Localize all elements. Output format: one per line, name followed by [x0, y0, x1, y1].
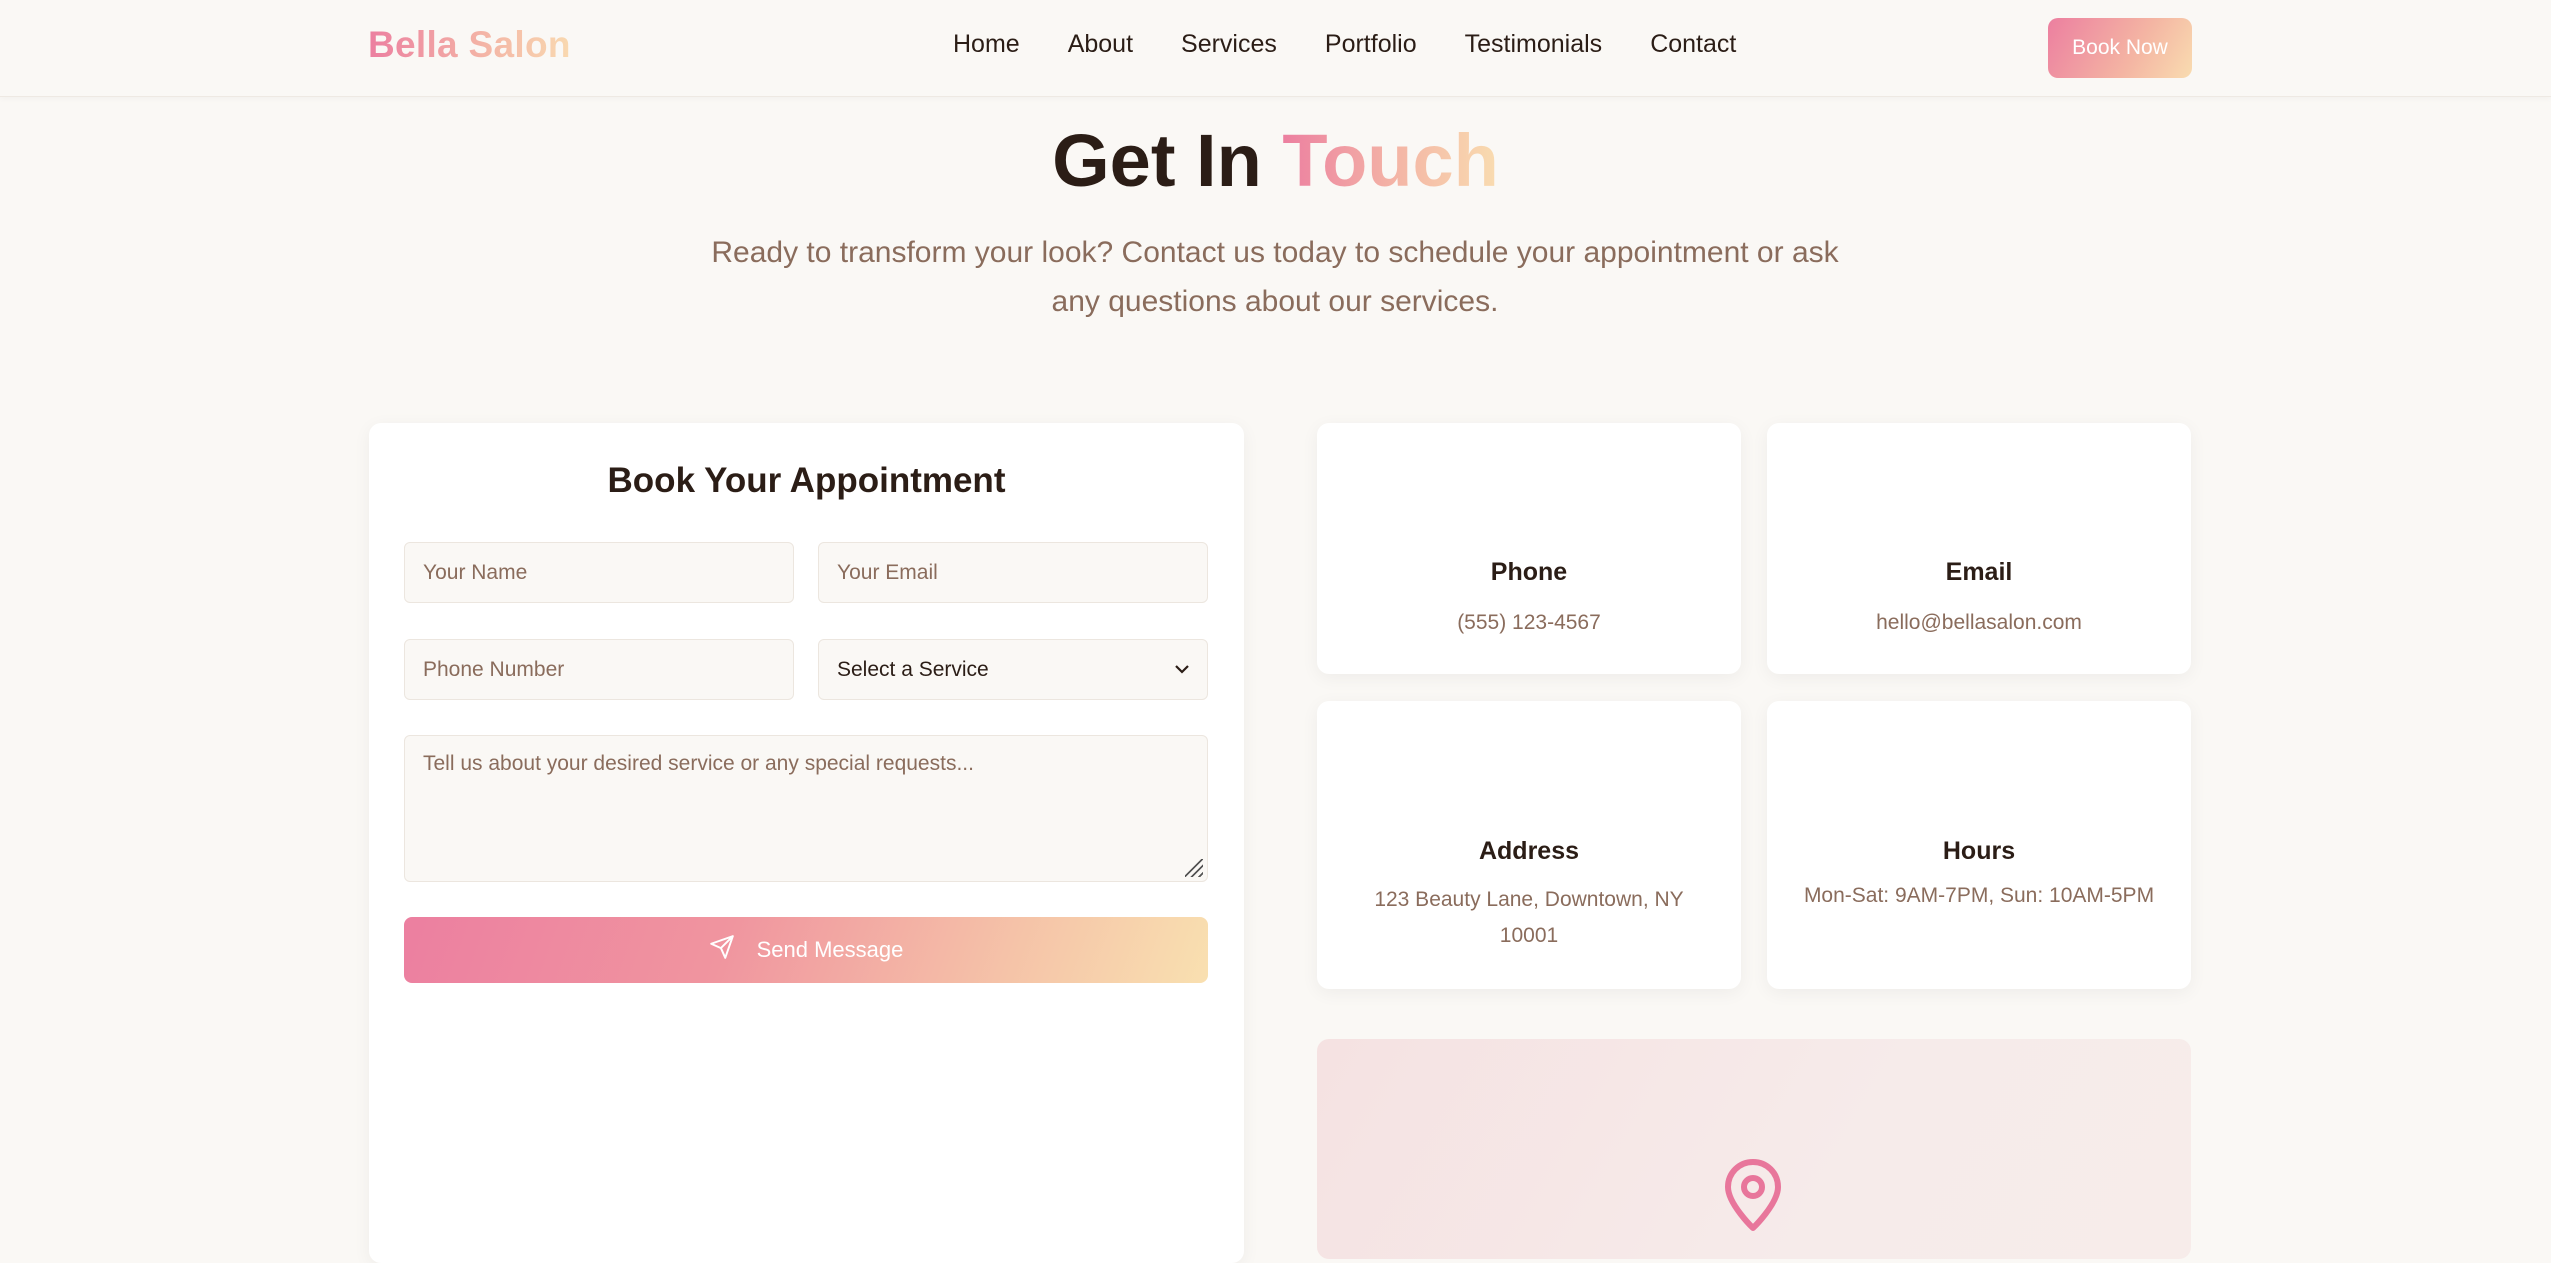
page-title-accent: Touch	[1282, 119, 1499, 202]
resize-handle-icon[interactable]	[1185, 859, 1203, 877]
contact-card-title: Address	[1478, 837, 1580, 865]
contact-card-value[interactable]: hello@bellasalon.com	[1817, 605, 2141, 641]
contact-card-hours: Hours Mon-Sat: 9AM-7PM, Sun: 10AM-5PM	[1767, 701, 2191, 989]
contact-card-address: Address 123 Beauty Lane, Downtown, NY 10…	[1317, 701, 1741, 989]
page-title-main: Get In	[1052, 119, 1262, 202]
send-message-button[interactable]: Send Message	[404, 917, 1208, 983]
top-navbar: Bella Salon Home About Services Portfoli…	[0, 0, 2551, 97]
nav-links: Home About Services Portfolio Testimonia…	[953, 30, 1736, 70]
phone-input[interactable]: Phone Number	[404, 639, 794, 700]
nav-link-portfolio[interactable]: Portfolio	[1325, 30, 1417, 70]
email-input[interactable]: Your Email	[818, 542, 1208, 603]
brand-logo[interactable]: Bella Salon	[368, 24, 571, 66]
map-pin-icon	[1721, 1158, 1785, 1232]
service-select-value: Select a Service	[837, 657, 989, 681]
send-icon	[709, 934, 735, 966]
map-placeholder[interactable]	[1317, 1039, 2191, 1259]
appointment-form-card: Book Your Appointment Your Name Your Ema…	[369, 423, 1244, 1263]
contact-card-phone: Phone (555) 123-4567	[1317, 423, 1741, 674]
contact-card-value: 123 Beauty Lane, Downtown, NY 10001	[1374, 888, 1684, 947]
message-placeholder: Tell us about your desired service or an…	[423, 752, 974, 775]
contact-card-email: Email hello@bellasalon.com	[1767, 423, 2191, 674]
contact-card-title: Hours	[1942, 837, 2016, 865]
contact-card-value[interactable]: (555) 123-4567	[1367, 605, 1691, 641]
nav-link-testimonials[interactable]: Testimonials	[1465, 30, 1603, 70]
nav-link-home[interactable]: Home	[953, 30, 1020, 70]
book-now-button[interactable]: Book Now	[2048, 18, 2192, 78]
page-title: Get In Touch	[0, 118, 2551, 203]
message-textarea[interactable]: Tell us about your desired service or an…	[404, 735, 1208, 882]
nav-link-contact[interactable]: Contact	[1650, 30, 1736, 70]
nav-link-about[interactable]: About	[1068, 30, 1133, 70]
page-subtitle: Ready to transform your look? Contact us…	[711, 236, 1839, 318]
contact-card-title: Email	[1945, 558, 2013, 586]
nav-link-services[interactable]: Services	[1181, 30, 1277, 70]
contact-card-title: Phone	[1490, 558, 1568, 586]
send-message-label: Send Message	[756, 937, 904, 962]
contact-card-value: Mon-Sat: 9AM-7PM, Sun: 10AM-5PM	[1803, 884, 2155, 907]
service-select[interactable]: Select a Service	[818, 639, 1208, 700]
form-title: Book Your Appointment	[607, 461, 1006, 500]
chevron-down-icon	[1175, 661, 1189, 679]
name-input[interactable]: Your Name	[404, 542, 794, 603]
